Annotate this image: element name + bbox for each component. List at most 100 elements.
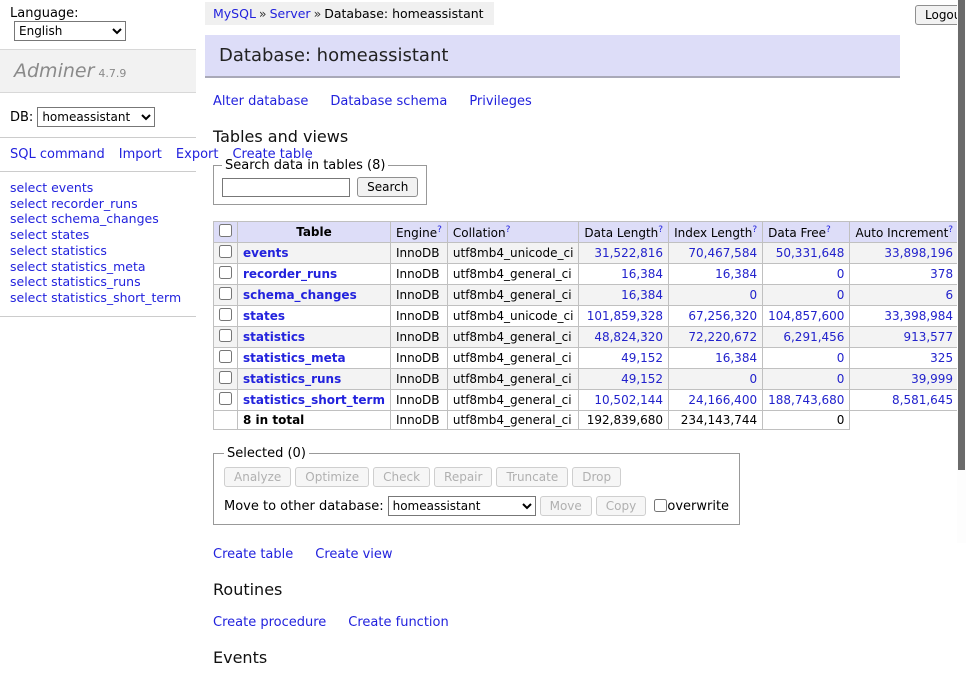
analyze-button[interactable]: Analyze (224, 467, 291, 487)
selected-buttons: AnalyzeOptimizeCheckRepairTruncateDrop (224, 467, 729, 487)
col-header-data-free: Data Free? (763, 222, 850, 243)
table-row: statisticsInnoDButf8mb4_general_ci48,824… (214, 327, 966, 348)
engine-cell: InnoDB (390, 285, 447, 306)
sidebar-menu-link[interactable]: SQL command (10, 147, 105, 162)
index-length-cell: 16,384 (669, 348, 763, 369)
index-length-cell: 24,166,400 (669, 390, 763, 411)
collation-cell: utf8mb4_unicode_ci (447, 306, 579, 327)
table-link-recorder_runs[interactable]: recorder_runs (243, 267, 337, 281)
auto-increment-cell: 33,898,196 (850, 243, 959, 264)
action-alter-database[interactable]: Alter database (213, 94, 308, 109)
overwrite-checkbox[interactable] (654, 499, 667, 512)
row-checkbox[interactable] (219, 371, 232, 384)
breadcrumb-item[interactable]: Server (270, 6, 311, 21)
language-select[interactable]: English (14, 21, 126, 41)
drop-button[interactable]: Drop (572, 467, 621, 487)
engine-cell: InnoDB (390, 243, 447, 264)
sidebar-item-schema_changes[interactable]: select schema_changes (10, 211, 196, 227)
index-length-cell: 16,384 (669, 264, 763, 285)
overwrite-option[interactable]: overwrite (654, 499, 729, 514)
help-icon[interactable]: ? (948, 225, 953, 235)
row-checkbox[interactable] (219, 350, 232, 363)
select-all-checkbox[interactable] (219, 224, 232, 237)
table-link-statistics[interactable]: statistics (243, 330, 305, 344)
db-select[interactable]: homeassistant (37, 107, 155, 127)
total-num-cell: 0 (763, 411, 850, 430)
db-label: DB: (10, 110, 33, 125)
breadcrumb-item[interactable]: MySQL (213, 6, 256, 21)
row-checkbox[interactable] (219, 392, 232, 405)
help-icon[interactable]: ? (752, 225, 757, 235)
page-title: Database: homeassistant (205, 35, 900, 78)
vertical-scrollbar[interactable] (957, 0, 966, 543)
auto-increment-cell: 39,999 (850, 369, 959, 390)
main-content: MySQL»Server»Database: homeassistant Log… (205, 0, 900, 677)
table-link-states[interactable]: states (243, 309, 285, 323)
truncate-button[interactable]: Truncate (496, 467, 568, 487)
link-create-function[interactable]: Create function (348, 615, 448, 630)
link-create-table[interactable]: Create table (213, 547, 293, 562)
auto-increment-cell: 8,581,645 (850, 390, 959, 411)
row-checkbox[interactable] (219, 329, 232, 342)
col-header-data-length: Data Length? (579, 222, 669, 243)
link-create-view[interactable]: Create view (315, 547, 392, 562)
breadcrumb-separator: » (314, 6, 322, 21)
table-row: statesInnoDButf8mb4_unicode_ci101,859,32… (214, 306, 966, 327)
action-privileges[interactable]: Privileges (469, 94, 532, 109)
link-create-procedure[interactable]: Create procedure (213, 615, 326, 630)
help-icon[interactable]: ? (658, 225, 663, 235)
data-length-cell: 10,502,144 (579, 390, 669, 411)
help-icon[interactable]: ? (437, 225, 442, 235)
sidebar-item-statistics_meta[interactable]: select statistics_meta (10, 259, 196, 275)
app-title: Adminer4.7.9 (0, 49, 196, 93)
collation-cell: utf8mb4_general_ci (447, 285, 579, 306)
copy-button[interactable]: Copy (596, 496, 646, 516)
action-database-schema[interactable]: Database schema (330, 94, 447, 109)
index-length-cell: 70,467,584 (669, 243, 763, 264)
data-length-cell: 16,384 (579, 264, 669, 285)
row-checkbox[interactable] (219, 245, 232, 258)
table-link-statistics_short_term[interactable]: statistics_short_term (243, 393, 385, 407)
sidebar-item-statistics_runs[interactable]: select statistics_runs (10, 274, 196, 290)
total-engine-cell: InnoDB (390, 411, 447, 430)
total-label-cell: 8 in total (238, 411, 391, 430)
sidebar-menu-link[interactable]: Import (119, 147, 162, 162)
collation-cell: utf8mb4_general_ci (447, 264, 579, 285)
help-icon[interactable]: ? (826, 225, 831, 235)
scrollbar-thumb[interactable] (958, 0, 965, 470)
table-name-cell: events (238, 243, 391, 264)
move-db-select[interactable]: homeassistant (388, 496, 536, 516)
row-checkbox[interactable] (219, 287, 232, 300)
sidebar-item-events[interactable]: select events (10, 180, 196, 196)
row-select-cell (214, 285, 238, 306)
routines-heading: Routines (213, 580, 900, 599)
sidebar-item-statistics[interactable]: select statistics (10, 243, 196, 259)
search-input[interactable] (222, 178, 350, 197)
move-row: Move to other database:homeassistantMove… (224, 496, 729, 516)
auto-increment-cell: 33,398,984 (850, 306, 959, 327)
row-checkbox[interactable] (219, 266, 232, 279)
sidebar-item-states[interactable]: select states (10, 227, 196, 243)
table-link-schema_changes[interactable]: schema_changes (243, 288, 357, 302)
data-free-cell: 50,331,648 (763, 243, 850, 264)
table-link-statistics_meta[interactable]: statistics_meta (243, 351, 346, 365)
table-link-events[interactable]: events (243, 246, 289, 260)
optimize-button[interactable]: Optimize (295, 467, 369, 487)
table-link-statistics_runs[interactable]: statistics_runs (243, 372, 341, 386)
data-free-cell: 104,857,600 (763, 306, 850, 327)
help-icon[interactable]: ? (506, 225, 511, 235)
move-button[interactable]: Move (540, 496, 592, 516)
search-button[interactable]: Search (357, 177, 418, 197)
sidebar-item-recorder_runs[interactable]: select recorder_runs (10, 196, 196, 212)
app-version: 4.7.9 (98, 67, 126, 80)
select-all-cell (214, 222, 238, 243)
col-header-index-length: Index Length? (669, 222, 763, 243)
sidebar-menu: SQL commandImportExportCreate table (0, 138, 196, 171)
check-button[interactable]: Check (373, 467, 430, 487)
sidebar-item-statistics_short_term[interactable]: select statistics_short_term (10, 290, 196, 306)
repair-button[interactable]: Repair (434, 467, 492, 487)
selected-legend: Selected (0) (224, 446, 309, 461)
row-select-cell (214, 327, 238, 348)
row-checkbox[interactable] (219, 308, 232, 321)
total-empty-cell (214, 411, 238, 430)
